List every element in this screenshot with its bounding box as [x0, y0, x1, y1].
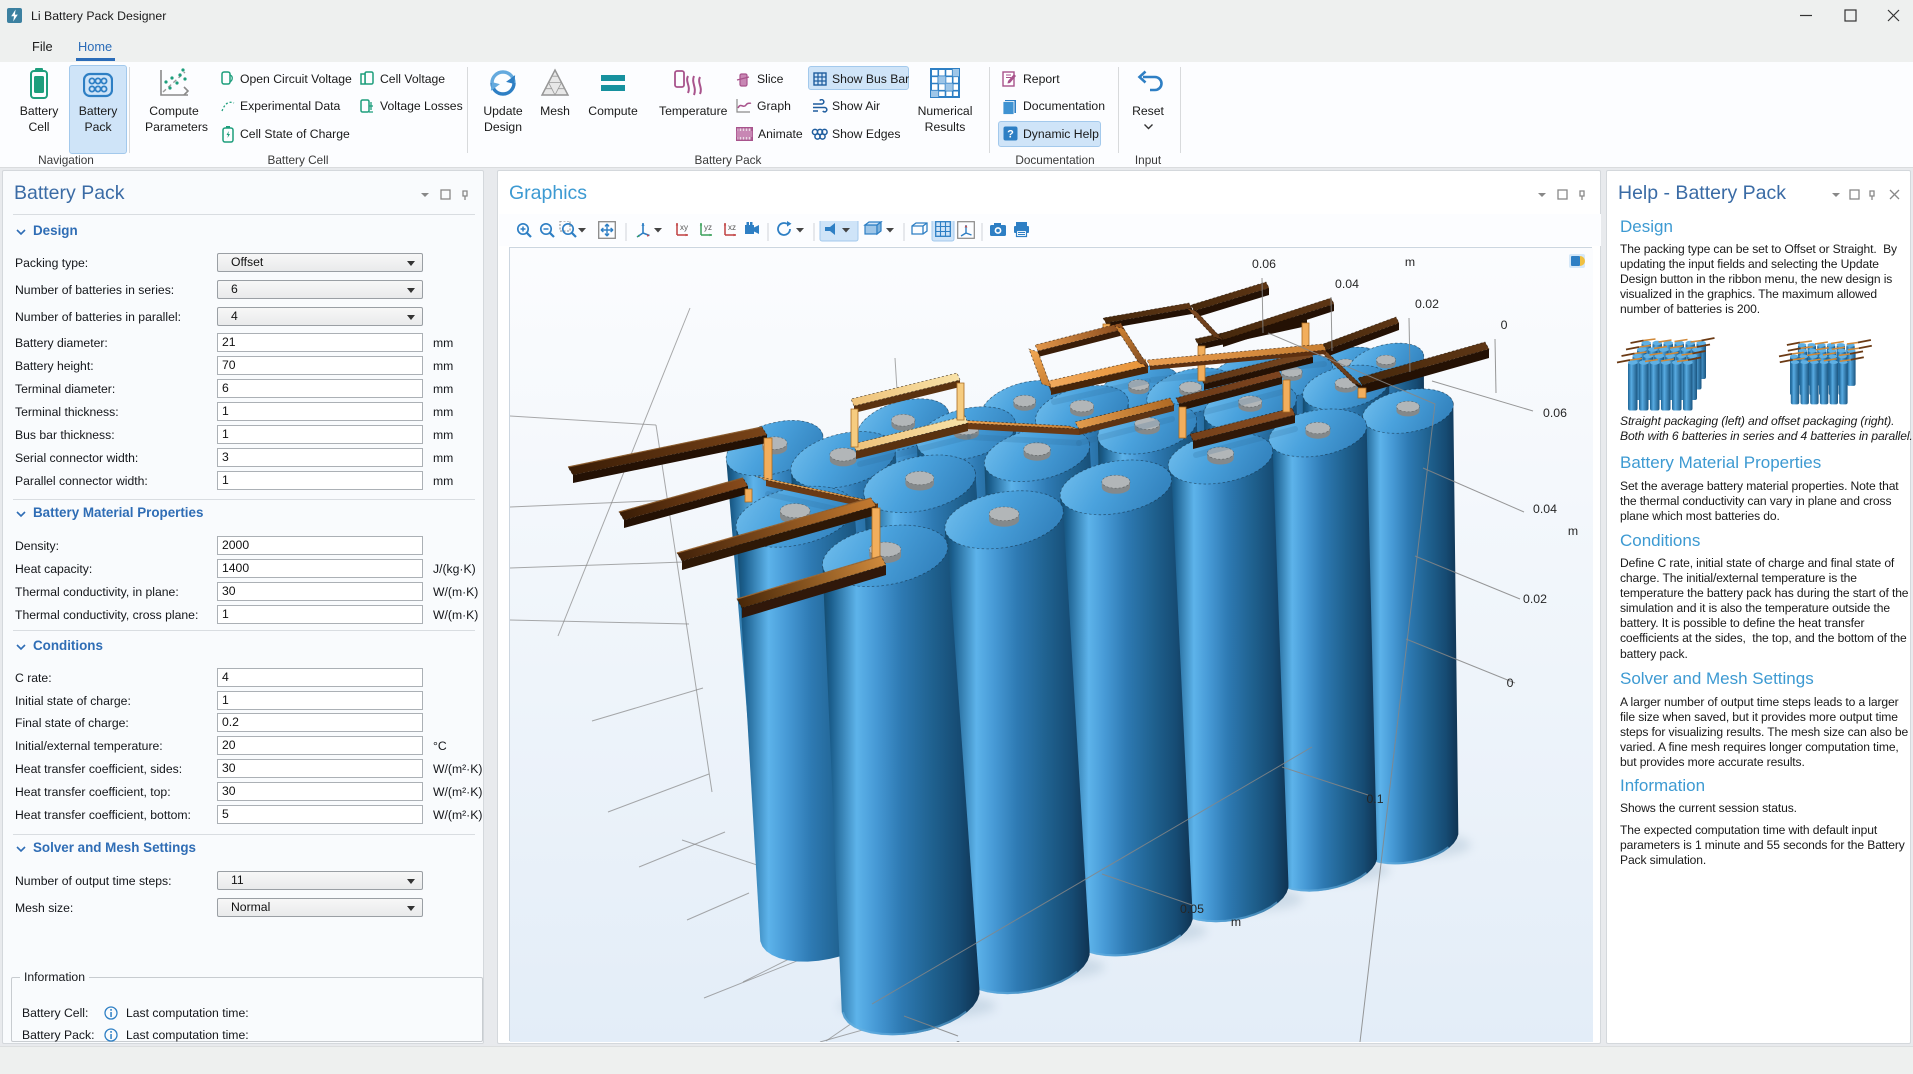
- svg-text:m: m: [1568, 524, 1578, 538]
- svg-text:0.04: 0.04: [1533, 502, 1557, 516]
- svg-text:?: ?: [1007, 129, 1014, 141]
- svg-text:0.1: 0.1: [1366, 792, 1383, 806]
- svg-text:m: m: [1231, 915, 1241, 929]
- svg-text:0.04: 0.04: [1335, 277, 1359, 291]
- svg-text:0.02: 0.02: [1415, 297, 1439, 311]
- svg-text:m: m: [1405, 255, 1415, 269]
- svg-text:yz: yz: [704, 223, 712, 232]
- svg-text:0.02: 0.02: [1523, 592, 1547, 606]
- svg-text:0.06: 0.06: [1543, 406, 1567, 420]
- svg-text:0: 0: [955, 1039, 962, 1042]
- svg-text:0.05: 0.05: [1180, 902, 1204, 916]
- svg-text:0: 0: [1507, 676, 1514, 690]
- svg-text:0.06: 0.06: [1252, 257, 1276, 271]
- svg-text:xy: xy: [680, 223, 688, 232]
- svg-text:0: 0: [1501, 318, 1508, 332]
- svg-text:xz: xz: [728, 223, 736, 232]
